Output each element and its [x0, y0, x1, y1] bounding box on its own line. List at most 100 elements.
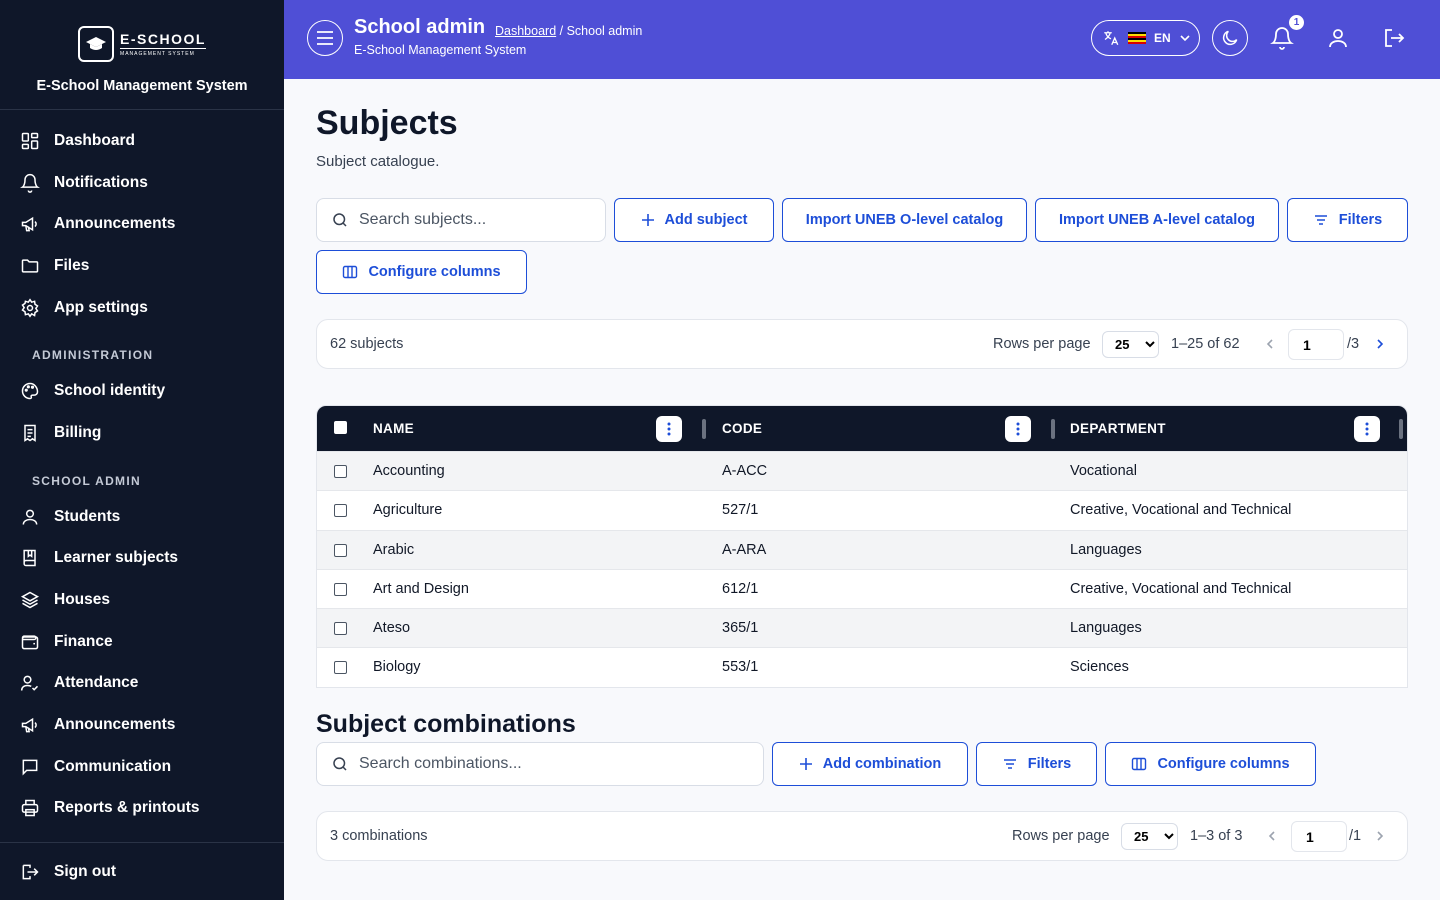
- filter-icon: [1003, 759, 1016, 769]
- page-number-input[interactable]: [1291, 821, 1347, 852]
- cell-department: Sciences: [1070, 659, 1129, 676]
- column-header-name[interactable]: NAME: [373, 421, 414, 436]
- language-selector[interactable]: EN: [1091, 20, 1200, 56]
- cell-code: A-ACC: [722, 463, 768, 479]
- sidebar-item-billing[interactable]: Billing: [0, 412, 284, 454]
- sidebar-item-communication[interactable]: Communication: [0, 746, 284, 788]
- chevron-left-icon[interactable]: [1263, 827, 1281, 845]
- column-menu-name[interactable]: [656, 416, 682, 442]
- table-row[interactable]: Ateso 365/1 Languages: [317, 608, 1407, 648]
- sign-out-icon: [22, 864, 39, 879]
- column-resize-handle[interactable]: [1399, 419, 1403, 439]
- menu-toggle-button[interactable]: [307, 20, 343, 56]
- logo-subtitle: MANAGEMENT SYSTEM: [120, 50, 195, 57]
- row-checkbox[interactable]: [334, 504, 347, 518]
- notification-bell-icon[interactable]: [1270, 26, 1294, 50]
- theme-toggle-button[interactable]: [1212, 20, 1248, 56]
- combination-search[interactable]: [316, 742, 764, 786]
- breadcrumb-dashboard-link[interactable]: Dashboard: [495, 24, 556, 38]
- sidebar-item-attendance[interactable]: Attendance: [0, 663, 284, 705]
- page-number-input[interactable]: [1288, 329, 1344, 360]
- table-row[interactable]: Art and Design 612/1 Creative, Vocationa…: [317, 568, 1407, 609]
- column-header-department[interactable]: DEPARTMENT: [1070, 421, 1166, 436]
- sidebar-item-houses[interactable]: Houses: [0, 579, 284, 621]
- chevron-right-icon[interactable]: [1371, 827, 1389, 845]
- import-o-level-button[interactable]: Import UNEB O-level catalog: [782, 198, 1027, 242]
- profile-user-icon[interactable]: [1326, 26, 1350, 50]
- add-subject-button[interactable]: Add subject: [614, 198, 774, 242]
- table-body: Accounting A-ACC Vocational Agriculture …: [317, 451, 1407, 687]
- configure-columns-button[interactable]: Configure columns: [316, 250, 527, 294]
- row-checkbox[interactable]: [334, 543, 347, 557]
- row-checkbox[interactable]: [334, 622, 347, 636]
- cell-name: Ateso: [373, 620, 411, 637]
- sidebar-item-label: Attendance: [54, 674, 139, 692]
- column-resize-handle[interactable]: [702, 419, 706, 439]
- column-header-code[interactable]: CODE: [722, 421, 762, 436]
- logout-icon[interactable]: [1382, 26, 1406, 50]
- sidebar-item-label: School identity: [54, 382, 166, 400]
- more-vertical-icon: [667, 422, 671, 436]
- app-name: E-School Management System: [36, 78, 248, 94]
- combination-configure-columns-button[interactable]: Configure columns: [1105, 742, 1316, 786]
- sidebar-item-students[interactable]: Students: [0, 496, 284, 538]
- table-row[interactable]: Agriculture 527/1 Creative, Vocational a…: [317, 490, 1407, 530]
- more-vertical-icon: [1016, 422, 1020, 436]
- rows-per-page-select[interactable]: 25: [1102, 331, 1159, 358]
- column-resize-handle[interactable]: [1051, 419, 1055, 439]
- row-checkbox[interactable]: [334, 661, 347, 675]
- filter-icon: [1314, 215, 1327, 225]
- sidebar-item-dashboard[interactable]: Dashboard: [0, 120, 284, 162]
- cell-department: Creative, Vocational and Technical: [1070, 502, 1292, 519]
- filters-button[interactable]: Filters: [1287, 198, 1408, 242]
- page-range: 1–3 of 3: [1190, 828, 1243, 844]
- sidebar-item-reports[interactable]: Reports & printouts: [0, 788, 284, 830]
- sign-out-button[interactable]: Sign out: [0, 842, 284, 900]
- wallet-icon: [21, 635, 39, 650]
- column-menu-department[interactable]: [1354, 416, 1380, 442]
- chevron-right-icon[interactable]: [1371, 335, 1389, 353]
- page-subtitle: Subject catalogue.: [316, 153, 440, 170]
- select-all-checkbox[interactable]: [334, 421, 347, 434]
- subject-search[interactable]: [316, 198, 606, 242]
- add-combination-button[interactable]: Add combination: [772, 742, 968, 786]
- cell-name: Biology: [373, 659, 421, 676]
- sidebar-item-school-identity[interactable]: School identity: [0, 370, 284, 412]
- plus-icon: [641, 214, 654, 226]
- import-a-level-button[interactable]: Import UNEB A-level catalog: [1035, 198, 1279, 242]
- more-vertical-icon: [1365, 422, 1369, 436]
- column-menu-code[interactable]: [1005, 416, 1031, 442]
- search-input[interactable]: [359, 211, 579, 229]
- cell-code: 527/1: [722, 502, 759, 519]
- rows-per-page-select[interactable]: 25: [1121, 823, 1178, 850]
- table-row[interactable]: Arabic A-ARA Languages: [317, 529, 1407, 569]
- sidebar-item-label: Students: [54, 507, 121, 525]
- combination-filters-label: Filters: [1027, 756, 1072, 772]
- graduation-cap-icon: [78, 26, 115, 62]
- cell-name: Arabic: [373, 541, 415, 558]
- sidebar-item-learner-subjects[interactable]: Learner subjects: [0, 538, 284, 580]
- sidebar-item-label: Houses: [54, 591, 110, 609]
- sidebar-item-files[interactable]: Files: [0, 245, 284, 287]
- combination-filters-button[interactable]: Filters: [976, 742, 1097, 786]
- chevron-left-icon[interactable]: [1261, 335, 1279, 353]
- sidebar-item-announcements-school[interactable]: Announcements: [0, 704, 284, 746]
- sidebar-nav: Dashboard Notifications Announcements Fi…: [0, 110, 284, 829]
- megaphone-icon: [21, 717, 37, 733]
- subjects-count: 62 subjects: [330, 336, 404, 352]
- cell-name: Art and Design: [373, 580, 469, 597]
- sidebar-item-finance[interactable]: Finance: [0, 621, 284, 663]
- sidebar-item-announcements[interactable]: Announcements: [0, 203, 284, 245]
- row-checkbox[interactable]: [334, 582, 347, 596]
- sidebar-item-label: Announcements: [54, 215, 176, 233]
- table-row[interactable]: Accounting A-ACC Vocational: [317, 451, 1407, 491]
- table-row[interactable]: Biology 553/1 Sciences: [317, 647, 1407, 687]
- notification-count-badge: 1: [1289, 15, 1304, 30]
- sidebar-item-notifications[interactable]: Notifications: [0, 162, 284, 204]
- row-checkbox[interactable]: [334, 465, 347, 478]
- cell-department: Creative, Vocational and Technical: [1070, 580, 1292, 597]
- combination-search-input[interactable]: [359, 755, 705, 773]
- sidebar-item-app-settings[interactable]: App settings: [0, 287, 284, 329]
- filters-label: Filters: [1338, 212, 1383, 228]
- moon-icon: [1222, 30, 1238, 46]
